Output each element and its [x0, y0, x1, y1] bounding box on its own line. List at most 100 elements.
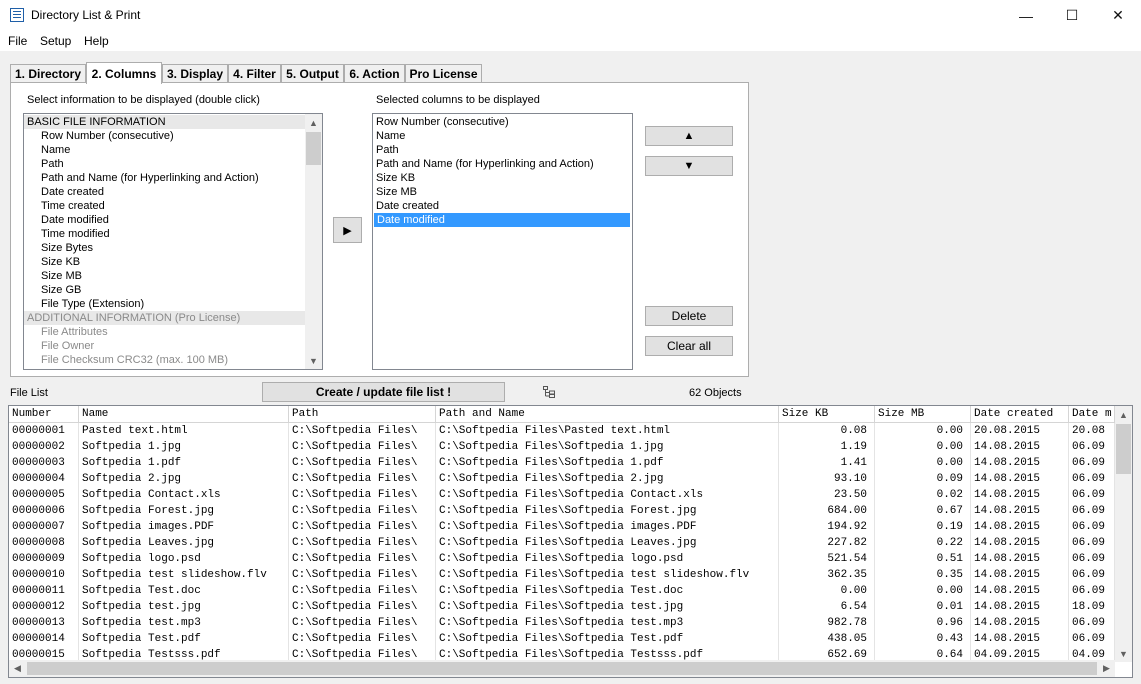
- list-item[interactable]: Time modified: [24, 227, 305, 241]
- column-header-path[interactable]: Path: [289, 406, 436, 423]
- scroll-thumb[interactable]: [306, 132, 321, 165]
- cell-path-and-name: C:\Softpedia Files\Softpedia 1.jpg: [436, 439, 779, 455]
- list-item[interactable]: Size MB: [24, 269, 305, 283]
- scroll-thumb[interactable]: [1116, 424, 1131, 474]
- file-list-label: File List: [10, 387, 48, 399]
- available-columns-list[interactable]: BASIC FILE INFORMATION Row Number (conse…: [23, 113, 323, 370]
- scroll-thumb[interactable]: [27, 662, 1097, 675]
- cell-size-kb: 1.41: [779, 455, 875, 471]
- scroll-right-arrow-icon[interactable]: ▶: [1098, 660, 1115, 677]
- menu-setup[interactable]: Setup: [40, 34, 71, 48]
- minimize-button[interactable]: —: [1003, 0, 1049, 31]
- tab-filter[interactable]: 4. Filter: [228, 64, 281, 83]
- selected-columns-list[interactable]: Row Number (consecutive) Name Path Path …: [372, 113, 633, 370]
- column-header-date-modified[interactable]: Date m: [1069, 406, 1115, 423]
- list-group-header: ADDITIONAL INFORMATION (Pro License): [24, 311, 305, 325]
- cell-size-mb: 0.00: [875, 455, 971, 471]
- create-file-list-button[interactable]: Create / update file list !: [262, 382, 505, 402]
- move-down-button[interactable]: ▼: [645, 156, 733, 176]
- available-list-scrollbar[interactable]: ▲ ▼: [305, 114, 322, 369]
- tab-action[interactable]: 6. Action: [344, 64, 405, 83]
- list-item[interactable]: Size KB: [373, 171, 632, 185]
- close-button[interactable]: ✕: [1095, 0, 1141, 31]
- maximize-button[interactable]: ☐: [1049, 0, 1095, 31]
- list-item[interactable]: Size Bytes: [24, 241, 305, 255]
- list-item[interactable]: File Checksum CRC32 (max. 100 MB): [24, 353, 305, 367]
- move-up-button[interactable]: ▲: [645, 126, 733, 146]
- list-item[interactable]: Size MB: [373, 185, 632, 199]
- cell-date-created: 14.08.2015: [971, 615, 1069, 631]
- list-item[interactable]: File Attributes: [24, 325, 305, 339]
- scroll-down-arrow-icon[interactable]: ▼: [305, 352, 322, 369]
- list-item[interactable]: Name: [373, 129, 632, 143]
- grid-vertical-scrollbar[interactable]: ▲ ▼: [1115, 406, 1132, 662]
- scroll-up-arrow-icon[interactable]: ▲: [305, 114, 322, 131]
- list-item[interactable]: Row Number (consecutive): [373, 115, 632, 129]
- list-item[interactable]: Date created: [24, 185, 305, 199]
- cell-date-modified: 06.09: [1069, 567, 1115, 583]
- grid-horizontal-scrollbar[interactable]: ◀ ▶: [9, 660, 1115, 677]
- column-header-size-kb[interactable]: Size KB: [779, 406, 875, 423]
- menu-file[interactable]: File: [8, 34, 27, 48]
- list-item[interactable]: Path: [24, 157, 305, 171]
- tab-pro-license[interactable]: Pro License: [405, 64, 482, 83]
- cell-path: C:\Softpedia Files\: [289, 519, 436, 535]
- list-item[interactable]: Size GB: [24, 283, 305, 297]
- cell-date-modified: 18.09: [1069, 599, 1115, 615]
- cell-name: Softpedia 1.pdf: [79, 455, 289, 471]
- list-item[interactable]: File Owner: [24, 339, 305, 353]
- cell-date-created: 14.08.2015: [971, 487, 1069, 503]
- cell-path-and-name: C:\Softpedia Files\Softpedia Forest.jpg: [436, 503, 779, 519]
- cell-number: 00000014: [9, 631, 79, 647]
- list-item[interactable]: Name: [24, 143, 305, 157]
- column-header-path-and-name[interactable]: Path and Name: [436, 406, 779, 423]
- cell-date-created: 14.08.2015: [971, 439, 1069, 455]
- list-item[interactable]: Size KB: [24, 255, 305, 269]
- list-item[interactable]: Path and Name (for Hyperlinking and Acti…: [373, 157, 632, 171]
- cell-size-mb: 0.51: [875, 551, 971, 567]
- list-item[interactable]: Date modified: [24, 213, 305, 227]
- cell-number: 00000002: [9, 439, 79, 455]
- cell-path: C:\Softpedia Files\: [289, 599, 436, 615]
- list-item[interactable]: Date created: [373, 199, 632, 213]
- cell-size-mb: 0.35: [875, 567, 971, 583]
- tab-output[interactable]: 5. Output: [281, 64, 344, 83]
- list-item[interactable]: Path and Name (for Hyperlinking and Acti…: [24, 171, 305, 185]
- cell-path-and-name: C:\Softpedia Files\Softpedia test.jpg: [436, 599, 779, 615]
- cell-name: Softpedia images.PDF: [79, 519, 289, 535]
- cell-size-mb: 0.02: [875, 487, 971, 503]
- scroll-up-arrow-icon[interactable]: ▲: [1115, 406, 1132, 423]
- file-list-grid[interactable]: Number Name Path Path and Name Size KB S…: [8, 405, 1133, 678]
- list-item[interactable]: Path: [373, 143, 632, 157]
- cell-name: Softpedia 1.jpg: [79, 439, 289, 455]
- menu-help[interactable]: Help: [84, 34, 109, 48]
- cell-date-modified: 06.09: [1069, 487, 1115, 503]
- cell-path-and-name: C:\Softpedia Files\Softpedia logo.psd: [436, 551, 779, 567]
- column-header-size-mb[interactable]: Size MB: [875, 406, 971, 423]
- list-item[interactable]: Row Number (consecutive): [24, 129, 305, 143]
- delete-button[interactable]: Delete: [645, 306, 733, 326]
- tab-display[interactable]: 3. Display: [162, 64, 228, 83]
- cell-date-created: 14.08.2015: [971, 599, 1069, 615]
- cell-date-modified: 06.09: [1069, 503, 1115, 519]
- column-header-date-created[interactable]: Date created: [971, 406, 1069, 423]
- list-item-selected[interactable]: Date modified: [374, 213, 630, 227]
- cell-path-and-name: C:\Softpedia Files\Softpedia Leaves.jpg: [436, 535, 779, 551]
- scroll-down-arrow-icon[interactable]: ▼: [1115, 645, 1132, 662]
- cell-date-modified: 20.08: [1069, 423, 1115, 439]
- tree-view-icon[interactable]: [543, 386, 555, 398]
- list-item[interactable]: File Type (Extension): [24, 297, 305, 311]
- cell-size-mb: 0.00: [875, 583, 971, 599]
- cell-date-created: 14.08.2015: [971, 583, 1069, 599]
- clear-all-button[interactable]: Clear all: [645, 336, 733, 356]
- tab-columns[interactable]: 2. Columns: [86, 62, 162, 84]
- list-item[interactable]: Time created: [24, 199, 305, 213]
- add-column-button[interactable]: ▶: [333, 217, 362, 243]
- cell-path: C:\Softpedia Files\: [289, 551, 436, 567]
- scroll-left-arrow-icon[interactable]: ◀: [9, 660, 26, 677]
- column-header-name[interactable]: Name: [79, 406, 289, 423]
- column-header-number[interactable]: Number: [9, 406, 79, 423]
- tab-directory[interactable]: 1. Directory: [10, 64, 86, 83]
- cell-date-created: 14.08.2015: [971, 519, 1069, 535]
- cell-path: C:\Softpedia Files\: [289, 631, 436, 647]
